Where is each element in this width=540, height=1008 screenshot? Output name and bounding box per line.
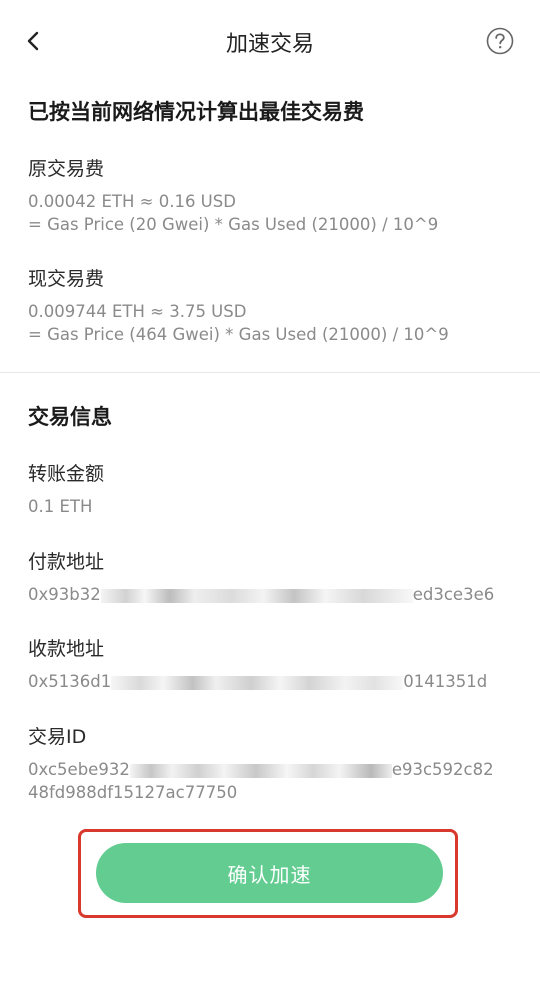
redaction-mask (100, 588, 413, 603)
current-fee-block: 现交易费 0.009744 ETH ≈ 3.75 USD = Gas Price… (28, 264, 512, 346)
tx-id-label: 交易ID (28, 726, 87, 748)
confirm-speedup-button[interactable]: 确认加速 (96, 843, 443, 903)
from-address-suffix: ed3ce3e6 (412, 585, 495, 604)
section-divider (0, 372, 540, 373)
tx-id-block: 交易ID 0xc5ebe932 e93c592c82 48fd988df15127… (28, 722, 512, 804)
tx-heading-text: 交易信息 (28, 405, 112, 429)
current-fee-value: 0.009744 ETH ≈ 3.75 USD (28, 302, 247, 321)
page-title: 加速交易 (225, 32, 314, 57)
tx-id-suffix: e93c592c82 (391, 760, 494, 779)
amount-value: 0.1 ETH (28, 497, 93, 516)
amount-label: 转账金额 (28, 463, 105, 485)
to-address-label: 收款地址 (28, 638, 105, 660)
current-fee-label: 现交易费 (28, 268, 105, 290)
tx-id-value: 0xc5ebe932 e93c592c82 (28, 758, 512, 781)
tx-id-prefix: 0xc5ebe932 (28, 760, 130, 779)
from-address-value: 0x93b32 ed3ce3e6 (28, 583, 512, 606)
tx-id-line2: 48fd988df15127ac77750 (28, 783, 238, 802)
nav-bar: 加速交易 (0, 0, 540, 84)
fee-heading-text: 已按当前网络情况计算出最佳交易费 (28, 100, 364, 124)
redaction-mask (129, 763, 392, 778)
from-address-label: 付款地址 (28, 551, 105, 573)
to-address-block: 收款地址 0x5136d1 0141351d (28, 634, 512, 693)
amount-block: 转账金额 0.1 ETH (28, 459, 512, 518)
original-fee-label: 原交易费 (28, 158, 105, 180)
to-address-suffix: 0141351d (403, 672, 488, 691)
to-address-value: 0x5136d1 0141351d (28, 670, 512, 693)
help-button[interactable] (486, 27, 514, 55)
current-fee-formula: = Gas Price (464 Gwei) * Gas Used (21000… (28, 325, 449, 344)
fee-heading: 已按当前网络情况计算出最佳交易费 (28, 96, 512, 126)
original-fee-block: 原交易费 0.00042 ETH ≈ 0.16 USD = Gas Price … (28, 154, 512, 236)
to-address-prefix: 0x5136d1 (28, 672, 112, 691)
original-fee-value: 0.00042 ETH ≈ 0.16 USD (28, 192, 236, 211)
redaction-mask (111, 675, 404, 690)
original-fee-formula: = Gas Price (20 Gwei) * Gas Used (21000)… (28, 215, 439, 234)
from-address-block: 付款地址 0x93b32 ed3ce3e6 (28, 547, 512, 606)
tx-heading: 交易信息 (28, 401, 512, 431)
from-address-prefix: 0x93b32 (28, 585, 101, 604)
question-circle-icon (486, 27, 514, 55)
